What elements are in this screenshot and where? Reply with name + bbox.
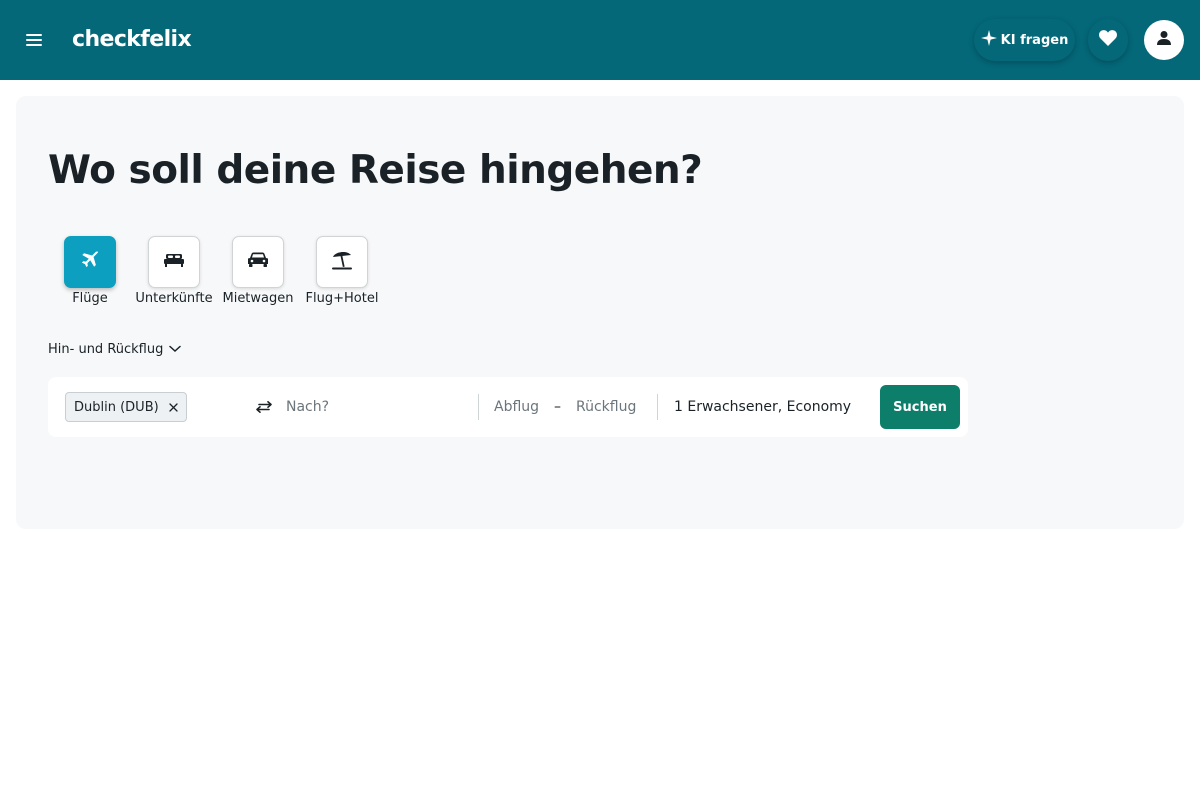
tab-flights-icon-box (64, 236, 116, 288)
swap-arrows-icon (256, 398, 272, 417)
departure-date-field[interactable]: Abflug (494, 397, 539, 417)
date-separator: – (554, 399, 561, 415)
tab-accommodations[interactable]: Unterkünfte (132, 236, 216, 308)
favorites-button[interactable] (1088, 19, 1128, 61)
search-button[interactable]: Suchen (880, 385, 960, 429)
swap-locations-button[interactable] (254, 397, 274, 417)
tab-flight-hotel[interactable]: Flug+Hotel (300, 236, 384, 308)
divider (478, 394, 479, 420)
car-icon (247, 252, 269, 272)
hamburger-menu-icon (26, 31, 42, 50)
ask-ai-button[interactable]: KI fragen (974, 19, 1075, 61)
divider (657, 394, 658, 420)
origin-chip-label: Dublin (DUB) (74, 399, 159, 415)
tab-car-rental[interactable]: Mietwagen (216, 236, 300, 308)
trip-type-dropdown[interactable]: Hin- und Rückflug (48, 341, 182, 359)
tab-flight-hotel-icon-box (316, 236, 368, 288)
page-title: Wo soll deine Reise hingehen? (48, 148, 703, 193)
logo[interactable]: checkfelix (72, 25, 192, 55)
tab-flight-hotel-label: Flug+Hotel (305, 291, 379, 306)
tab-flights[interactable]: Flüge (48, 236, 132, 308)
plane-icon (79, 249, 101, 275)
tab-car-rental-icon-box (232, 236, 284, 288)
tab-accommodations-label: Unterkünfte (135, 291, 213, 306)
ask-ai-label: KI fragen (1000, 32, 1069, 48)
close-icon[interactable] (169, 402, 178, 412)
flight-search-form: Dublin (DUB) Abflug – Rückflug 1 Erwachs… (48, 377, 968, 437)
bed-icon (164, 252, 184, 272)
heart-icon (1099, 30, 1117, 50)
trip-type-label: Hin- und Rückflug (48, 342, 164, 357)
return-date-field[interactable]: Rückflug (576, 397, 636, 417)
beach-umbrella-icon (331, 250, 353, 274)
search-card: Wo soll deine Reise hingehen? Flüge Unte… (16, 96, 1184, 529)
sparkle-icon (980, 30, 997, 50)
chevron-down-icon (169, 341, 182, 359)
tab-flights-label: Flüge (72, 291, 108, 306)
account-button[interactable] (1144, 20, 1184, 60)
travellers-cabin-selector[interactable]: 1 Erwachsener, Economy (674, 397, 851, 417)
destination-input[interactable] (278, 389, 468, 425)
origin-chip[interactable]: Dublin (DUB) (65, 392, 187, 422)
menu-button[interactable] (18, 24, 50, 56)
top-header: checkfelix KI fragen (0, 0, 1200, 80)
user-icon (1156, 30, 1172, 50)
tab-accommodations-icon-box (148, 236, 200, 288)
tab-car-rental-label: Mietwagen (222, 291, 294, 306)
